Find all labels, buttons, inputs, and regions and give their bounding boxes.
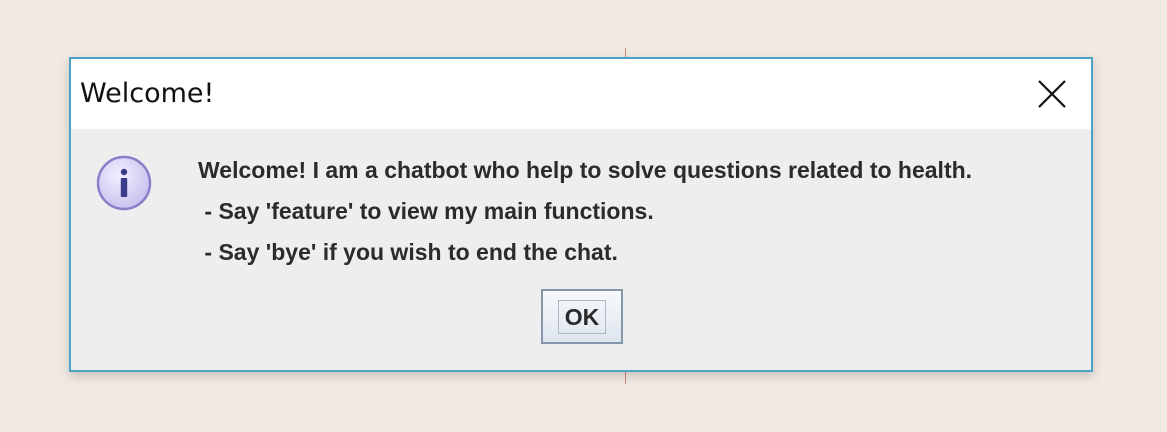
ok-button-label: OK [557,299,607,334]
message-line: - Say 'bye' if you wish to end the chat. [198,239,618,265]
info-icon [96,155,152,211]
dialog-titlebar[interactable]: Welcome! [71,59,1091,129]
dialog-message: Welcome! I am a chatbot who help to solv… [198,154,972,277]
welcome-dialog: Welcome! Welcome! I am a chatbot who hel… [69,57,1093,372]
close-icon [1038,80,1066,108]
message-line: - Say 'feature' to view my main function… [198,198,654,224]
dialog-title: Welcome! [80,78,215,109]
ok-button[interactable]: OK [541,289,623,344]
message-line: Welcome! I am a chatbot who help to solv… [198,157,973,183]
close-button[interactable] [1027,69,1077,119]
